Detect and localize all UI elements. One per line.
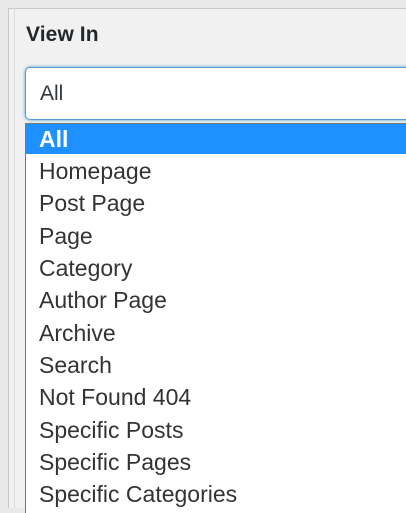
- select-current-value: All: [40, 82, 64, 105]
- view-in-label: View In: [26, 23, 99, 46]
- option-category[interactable]: Category: [26, 252, 406, 284]
- option-specific-posts[interactable]: Specific Posts: [26, 414, 406, 446]
- window-background: View In All All Homepage Post Page Page …: [0, 0, 406, 513]
- option-post-page[interactable]: Post Page: [26, 187, 406, 219]
- view-in-options-list[interactable]: All Homepage Post Page Page Category Aut…: [25, 123, 406, 513]
- option-specific-categories[interactable]: Specific Categories: [26, 478, 406, 510]
- option-all[interactable]: All: [26, 124, 406, 154]
- option-homepage[interactable]: Homepage: [26, 155, 406, 187]
- view-in-select[interactable]: All: [25, 67, 406, 120]
- option-archive[interactable]: Archive: [26, 317, 406, 349]
- option-specific-pages[interactable]: Specific Pages: [26, 446, 406, 478]
- option-page[interactable]: Page: [26, 220, 406, 252]
- option-search[interactable]: Search: [26, 349, 406, 381]
- option-not-found-404[interactable]: Not Found 404: [26, 381, 406, 413]
- option-author-page[interactable]: Author Page: [26, 284, 406, 316]
- panel-divider: [14, 8, 15, 508]
